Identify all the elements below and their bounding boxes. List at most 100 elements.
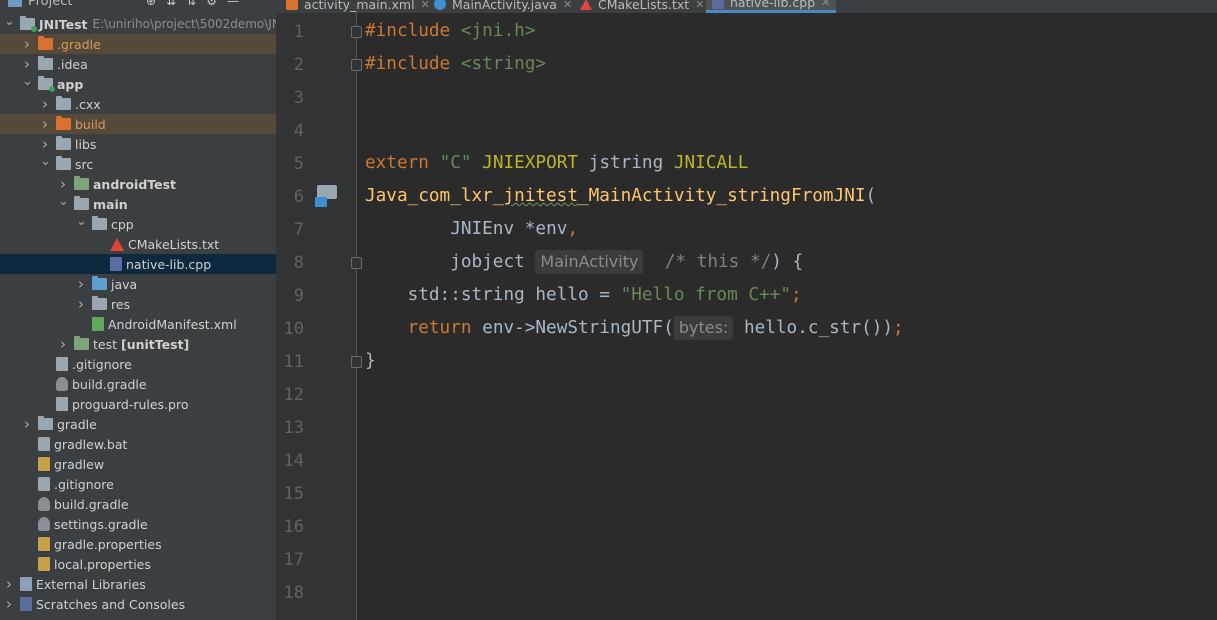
tree-item[interactable]: ⌄ app bbox=[0, 74, 276, 94]
tree-item[interactable]: ›gradlew.bat bbox=[0, 434, 276, 454]
code-line-6: Java_com_lxr_jnitest_MainActivity_string… bbox=[365, 186, 877, 206]
tree-item[interactable]: › External Libraries bbox=[0, 574, 276, 594]
text-file-icon bbox=[56, 397, 68, 411]
text-file-icon bbox=[38, 437, 50, 451]
close-icon[interactable]: ✕ bbox=[821, 0, 830, 9]
tab-label: activity_main.xml bbox=[304, 0, 415, 12]
project-tool-window: Project ⊕ ⇊ ⇅ ⚙ — ⌄ JNITest E:\uniriho\pro… bbox=[0, 0, 276, 620]
tree-item-label: res bbox=[111, 296, 131, 312]
tree-item-label: Scratches and Consoles bbox=[36, 596, 186, 612]
tree-item[interactable]: ›build.gradle bbox=[0, 374, 276, 394]
close-icon[interactable]: ✕ bbox=[563, 0, 572, 11]
fold-marker[interactable] bbox=[351, 257, 362, 269]
tree-item-label: gradle bbox=[57, 416, 97, 432]
chevron-right-icon[interactable]: › bbox=[58, 335, 68, 353]
tree-item[interactable]: ›CMakeLists.txt bbox=[0, 234, 276, 254]
tree-item[interactable]: › build bbox=[0, 114, 276, 134]
chevron-right-icon[interactable]: › bbox=[22, 35, 32, 53]
chevron-down-icon[interactable]: ⌄ bbox=[76, 214, 87, 229]
jni-implementation-icon[interactable] bbox=[315, 185, 341, 207]
tree-item[interactable]: › test [unitTest] bbox=[0, 334, 276, 354]
tree-item-suffix: [unitTest] bbox=[121, 336, 190, 352]
text-file-icon bbox=[38, 477, 50, 491]
tree-item[interactable]: ⌄ main bbox=[0, 194, 276, 214]
tree-item[interactable]: ›build.gradle bbox=[0, 494, 276, 514]
tree-item[interactable]: ⌄ JNITest E:\uniriho\project\5002demo\JN bbox=[0, 14, 276, 34]
tab-label: native-lib.cpp bbox=[730, 0, 816, 10]
tree-item[interactable]: ⌄ src bbox=[0, 154, 276, 174]
chevron-right-icon[interactable]: › bbox=[58, 175, 68, 193]
tab-mainactivity-java[interactable]: MainActivity.java ✕ bbox=[434, 0, 572, 13]
tree-item[interactable]: › java bbox=[0, 274, 276, 294]
tree-item[interactable]: ›proguard-rules.pro bbox=[0, 394, 276, 414]
tree-item[interactable]: › .cxx bbox=[0, 94, 276, 114]
chevron-right-icon[interactable]: › bbox=[76, 275, 86, 293]
code-editor[interactable]: 1 2 3 4 5 6 7 8 9 10 11 12 13 14 15 16 17 18 #include <jn… bbox=[276, 13, 1217, 620]
chevron-right-icon[interactable]: › bbox=[40, 95, 50, 113]
tree-item[interactable]: › androidTest bbox=[0, 174, 276, 194]
chevron-right-icon[interactable]: › bbox=[40, 115, 50, 133]
tree-item-label: native-lib.cpp bbox=[126, 256, 212, 272]
resource-folder-icon bbox=[92, 296, 107, 310]
folder-excluded-icon bbox=[38, 36, 53, 50]
fold-marker[interactable] bbox=[351, 59, 362, 71]
chevron-right-icon[interactable]: › bbox=[40, 135, 50, 153]
tree-item[interactable]: ›gradle.properties bbox=[0, 534, 276, 554]
tree-item[interactable]: › .gradle bbox=[0, 34, 276, 54]
expand-icon[interactable]: ⇅ bbox=[186, 0, 196, 8]
line-number: 11 bbox=[283, 352, 304, 372]
project-header[interactable]: Project ⊕ ⇊ ⇅ ⚙ — bbox=[0, 0, 276, 9]
tree-item[interactable]: ⌄ cpp bbox=[0, 214, 276, 234]
close-icon[interactable]: ✕ bbox=[421, 0, 430, 11]
tree-item-label: local.properties bbox=[54, 556, 151, 572]
cmake-icon bbox=[580, 0, 592, 10]
module-folder-icon bbox=[20, 16, 37, 32]
tree-item-label: settings.gradle bbox=[54, 516, 148, 532]
gear-icon[interactable]: ⚙ bbox=[206, 0, 217, 8]
fold-marker[interactable] bbox=[351, 26, 362, 38]
tree-item[interactable]: ›native-lib.cpp bbox=[0, 254, 276, 274]
tab-native-lib-cpp[interactable]: native-lib.cpp ✕ bbox=[706, 0, 837, 13]
collapse-all-icon[interactable]: ⇊ bbox=[166, 0, 176, 8]
chevron-right-icon[interactable]: › bbox=[76, 295, 86, 313]
fold-marker[interactable] bbox=[351, 356, 362, 368]
hide-icon[interactable]: — bbox=[227, 0, 239, 8]
folder-icon bbox=[56, 156, 71, 170]
tree-item[interactable]: ›AndroidManifest.xml bbox=[0, 314, 276, 334]
tree-item[interactable]: ›.gitignore bbox=[0, 354, 276, 374]
chevron-down-icon[interactable]: ⌄ bbox=[58, 194, 69, 209]
tree-item-label: .gitignore bbox=[72, 356, 132, 372]
folder-icon bbox=[38, 416, 53, 430]
chevron-right-icon[interactable]: › bbox=[4, 595, 14, 613]
tree-item[interactable]: ›.gitignore bbox=[0, 474, 276, 494]
chevron-right-icon[interactable]: › bbox=[22, 415, 32, 433]
code-line-8: jobject MainActivity /* this */) { bbox=[450, 250, 804, 274]
line-number: 13 bbox=[283, 418, 304, 438]
locate-icon[interactable]: ⊕ bbox=[146, 0, 156, 8]
line-number: 1 bbox=[293, 22, 304, 42]
code-line-11: } bbox=[365, 351, 376, 371]
folder-icon bbox=[74, 196, 89, 210]
chevron-down-icon[interactable]: ⌄ bbox=[40, 154, 51, 169]
tree-item[interactable]: ›settings.gradle bbox=[0, 514, 276, 534]
tree-item[interactable]: › Scratches and Consoles bbox=[0, 594, 276, 614]
tree-item[interactable]: › libs bbox=[0, 134, 276, 154]
tree-item-label: JNITest bbox=[39, 16, 88, 32]
close-icon[interactable]: ✕ bbox=[695, 0, 704, 11]
tree-item[interactable]: › res bbox=[0, 294, 276, 314]
tree-item[interactable]: ›local.properties bbox=[0, 554, 276, 574]
chevron-right-icon[interactable]: › bbox=[22, 55, 32, 73]
tab-label: CMakeLists.txt bbox=[598, 0, 690, 12]
tree-item[interactable]: ›gradlew bbox=[0, 454, 276, 474]
chevron-down-icon[interactable]: ⌄ bbox=[4, 14, 15, 29]
line-number: 14 bbox=[283, 451, 304, 471]
tree-item[interactable]: › .idea bbox=[0, 54, 276, 74]
tab-cmakelists-txt[interactable]: CMakeLists.txt ✕ bbox=[580, 0, 704, 13]
chevron-right-icon[interactable]: › bbox=[4, 575, 14, 593]
cpp-file-icon bbox=[110, 257, 122, 271]
chevron-down-icon[interactable]: ⌄ bbox=[22, 74, 33, 89]
editor-tab-strip: activity_main.xml ✕ MainActivity.java ✕ … bbox=[276, 0, 1217, 13]
tab-activity-main-xml[interactable]: activity_main.xml ✕ bbox=[286, 0, 430, 13]
tree-item-label: gradlew bbox=[54, 456, 105, 472]
tree-item[interactable]: › gradle bbox=[0, 414, 276, 434]
